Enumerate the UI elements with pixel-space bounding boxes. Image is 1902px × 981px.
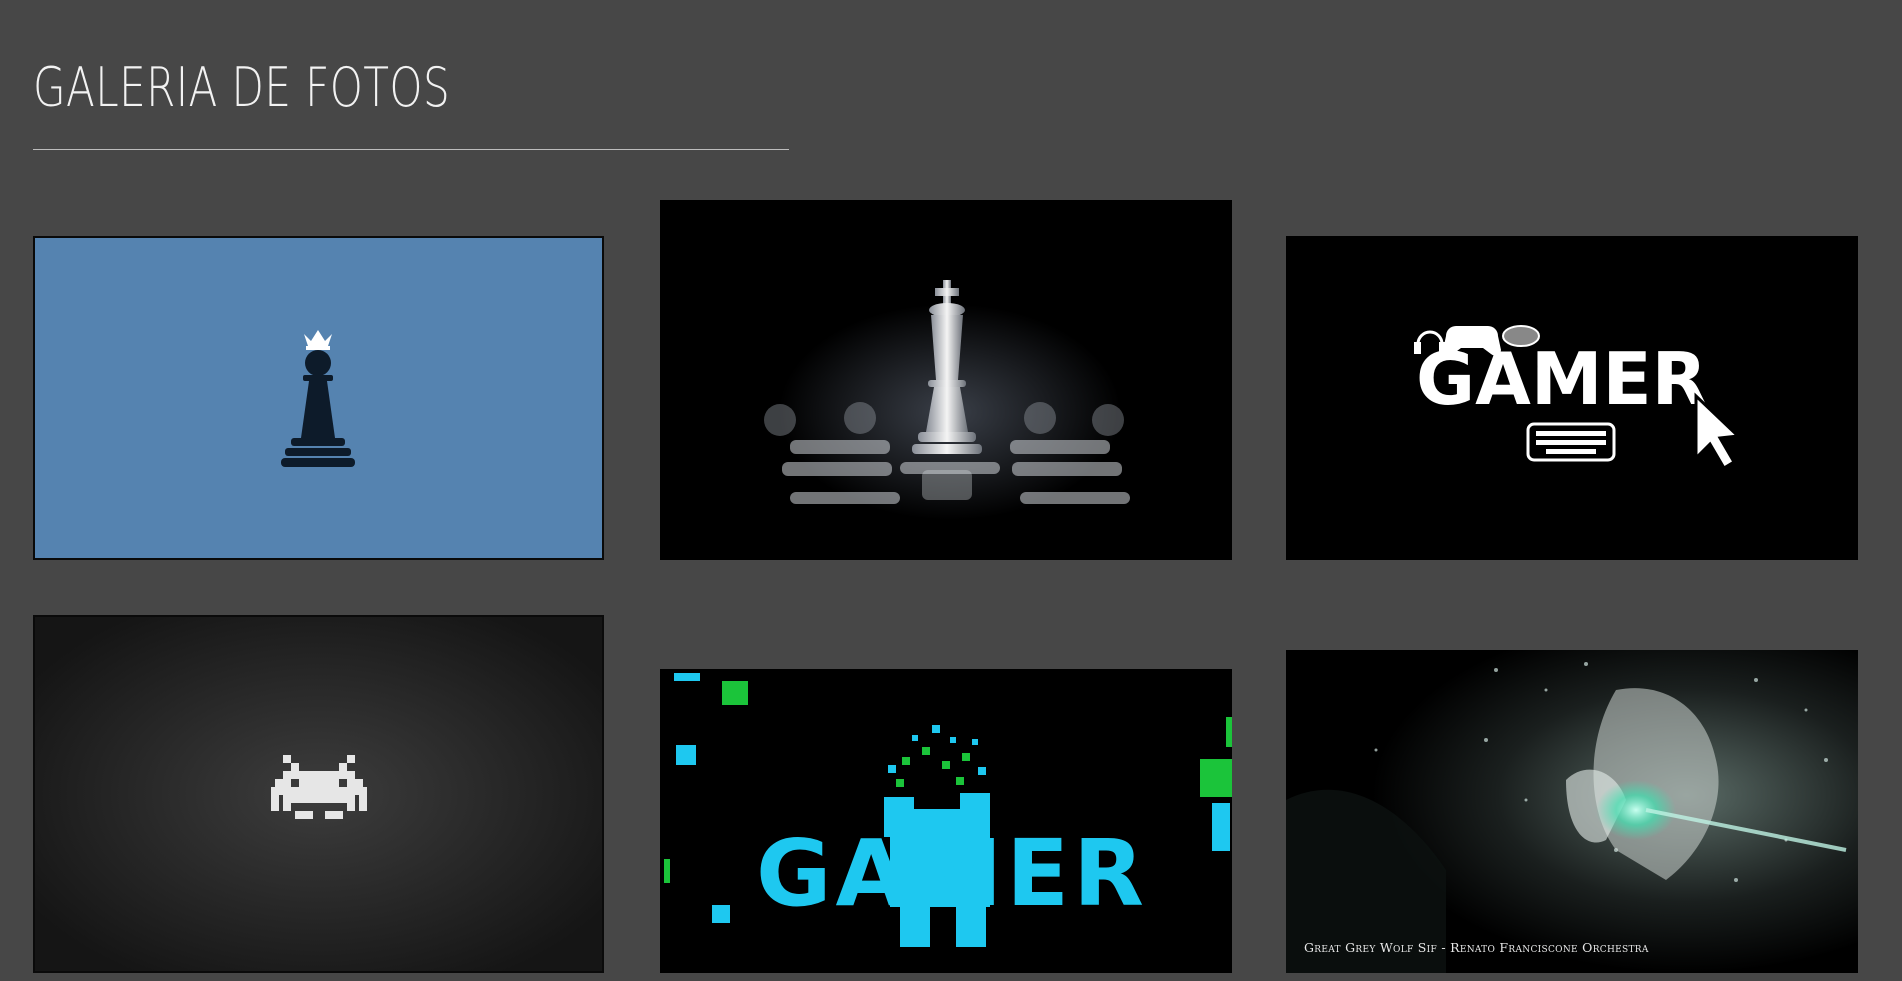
gallery-photo-pawn[interactable]	[33, 236, 604, 560]
gamer-logo-image: GAMER	[1286, 236, 1858, 560]
photo-caption: Great Grey Wolf Sif - Renato Franciscone…	[1304, 940, 1649, 955]
wolf-artwork-image	[1286, 650, 1858, 973]
page-title: GALERIA DE FOTOS	[33, 56, 451, 119]
title-divider	[33, 149, 789, 150]
pixel-gamer-image: GAMER	[660, 669, 1232, 973]
pixel-gamer-text: GAMER	[756, 820, 1148, 927]
gallery-photo-pixel-gamer[interactable]: GAMER	[660, 669, 1232, 973]
space-invader-image	[35, 617, 602, 971]
pawn-crown-image	[35, 238, 602, 558]
gamer-text: GAMER	[1416, 337, 1707, 421]
gallery-photo-gamer-logo[interactable]: GAMER	[1286, 236, 1858, 560]
gallery-photo-wolf-art[interactable]: Great Grey Wolf Sif - Renato Franciscone…	[1286, 650, 1858, 973]
gallery-photo-space-invader[interactable]	[33, 615, 604, 973]
chess-king-image	[660, 200, 1232, 560]
gallery-photo-chess-king[interactable]	[660, 200, 1232, 560]
